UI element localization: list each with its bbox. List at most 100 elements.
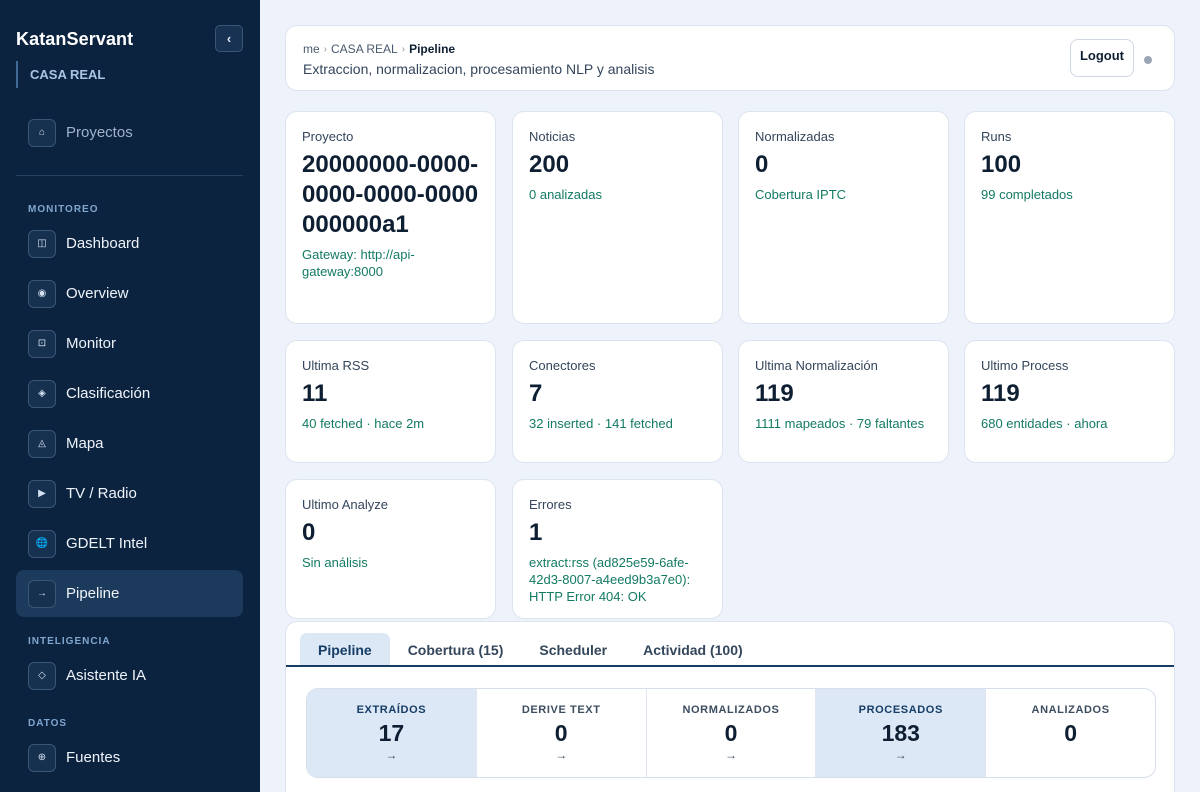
stage-count: 0 bbox=[1064, 720, 1077, 746]
sidebar-item-dashboard[interactable]: ◫ Dashboard bbox=[16, 220, 243, 267]
sidebar-item-label: Clasificación bbox=[66, 385, 151, 402]
sidebar-item-gdelt-intel[interactable]: 🌐 GDELT Intel bbox=[16, 520, 243, 567]
stat-card-ultima-normalizacion: Ultima Normalización 119 1111 mapeados ·… bbox=[738, 340, 949, 463]
stage-name: ANALIZADOS bbox=[1031, 704, 1110, 716]
breadcrumb: me › CASA REAL › Pipeline bbox=[303, 42, 455, 56]
sidebar-item-label: TV / Radio bbox=[66, 485, 137, 502]
page-header: me › CASA REAL › Pipeline Extraccion, no… bbox=[285, 25, 1175, 91]
stat-subtext: 32 inserted · 141 fetched bbox=[529, 416, 673, 431]
tab-bar: Pipeline Cobertura (15) Scheduler Activi… bbox=[300, 633, 1174, 667]
collapse-sidebar-button[interactable]: ‹ bbox=[215, 25, 243, 52]
sidebar-item-label: Pipeline bbox=[66, 585, 120, 602]
tab-pipeline[interactable]: Pipeline bbox=[300, 633, 390, 667]
stat-subtext: Cobertura IPTC bbox=[755, 187, 847, 202]
stat-label: Ultima RSS bbox=[302, 358, 370, 373]
stat-card-proyecto: Proyecto 20000000-0000-0000-0000-0000000… bbox=[285, 111, 496, 324]
stat-value: 0 bbox=[302, 519, 316, 546]
dashboard-icon: ◫ bbox=[28, 229, 56, 258]
stage-extraidos[interactable]: EXTRAÍDOS 17 → bbox=[307, 689, 477, 777]
stage-name: PROCESADOS bbox=[858, 704, 943, 716]
arrow-right-icon: → bbox=[894, 748, 907, 762]
stage-count: 183 bbox=[881, 720, 920, 746]
stage-count: 0 bbox=[724, 720, 738, 746]
breadcrumb-item-home[interactable]: me bbox=[303, 42, 320, 56]
monitor-icon: ⊡ bbox=[28, 329, 56, 358]
sidebar-item-label: Monitor bbox=[66, 335, 117, 352]
stat-subtext: 1111 mapeados · 79 faltantes bbox=[755, 416, 925, 431]
stage-name: EXTRAÍDOS bbox=[356, 704, 427, 716]
sidebar-item-monitor[interactable]: ⊡ Monitor bbox=[16, 320, 243, 367]
stage-count: 0 bbox=[554, 720, 568, 746]
stat-subtext: 680 entidades · ahora bbox=[981, 416, 1108, 431]
sidebar-item-label: GDELT Intel bbox=[66, 535, 148, 552]
globe-icon: 🌐 bbox=[28, 529, 56, 558]
sidebar-item-label: Fuentes bbox=[66, 749, 121, 766]
stat-card-ultimo-analyze: Ultimo Analyze 0 Sin análisis bbox=[285, 479, 496, 619]
connection-status-dot bbox=[1144, 56, 1152, 64]
sidebar-item-label: Dashboard bbox=[66, 235, 140, 252]
home-icon: ⌂ bbox=[28, 118, 56, 147]
stat-value: 200 bbox=[529, 151, 570, 178]
stat-label: Proyecto bbox=[302, 129, 354, 144]
stat-value: 20000000-0000-0000-0000-0000000000a1 bbox=[302, 151, 479, 238]
sidebar-item-asistente-ia[interactable]: ◇ Asistente IA bbox=[16, 652, 243, 699]
sidebar-item-clasificacion[interactable]: ◈ Clasificación bbox=[16, 370, 243, 417]
organization-label: CASA REAL bbox=[16, 61, 105, 88]
stat-card-ultima-rss: Ultima RSS 11 40 fetched · hace 2m bbox=[285, 340, 496, 463]
breadcrumb-item-org[interactable]: CASA REAL bbox=[331, 42, 398, 56]
sidebar-item-pipeline[interactable]: → Pipeline bbox=[16, 570, 243, 617]
stat-value: 1 bbox=[529, 519, 543, 546]
stage-procesados[interactable]: PROCESADOS 183 → bbox=[816, 689, 987, 777]
sidebar-item-label: Overview bbox=[66, 285, 129, 302]
stat-value: 119 bbox=[981, 380, 1020, 407]
stat-value: 11 bbox=[302, 380, 328, 407]
sources-icon: ⊕ bbox=[28, 743, 56, 772]
stage-name: NORMALIZADOS bbox=[682, 704, 780, 716]
stat-label: Runs bbox=[981, 129, 1012, 144]
sidebar-item-overview[interactable]: ◉ Overview bbox=[16, 270, 243, 317]
stage-count: 17 bbox=[378, 720, 405, 746]
sidebar-item-label: Mapa bbox=[66, 435, 104, 452]
stage-normalizados[interactable]: NORMALIZADOS 0 → bbox=[647, 689, 817, 777]
play-icon: ▶ bbox=[28, 479, 56, 508]
stat-card-conectores: Conectores 7 32 inserted · 141 fetched bbox=[512, 340, 723, 463]
stat-subtext: 99 completados bbox=[981, 187, 1073, 202]
map-icon: ◬ bbox=[28, 429, 56, 458]
logout-button[interactable]: Logout bbox=[1070, 39, 1134, 77]
stat-card-noticias: Noticias 200 0 analizadas bbox=[512, 111, 723, 324]
section-title-inteligencia: INTELIGENCIA bbox=[28, 636, 111, 647]
stat-label: Normalizadas bbox=[755, 129, 835, 144]
stat-value: 0 bbox=[755, 151, 769, 178]
stat-card-errores: Errores 1 extract:rss (ad825e59-6afe-42d… bbox=[512, 479, 723, 619]
sidebar-item-fuentes[interactable]: ⊕ Fuentes bbox=[16, 734, 243, 781]
pipeline-stages: EXTRAÍDOS 17 → DERIVE TEXT 0 → NORMALIZA… bbox=[306, 688, 1156, 778]
sidebar-item-label: Proyectos bbox=[66, 124, 133, 141]
sidebar-item-tv-radio[interactable]: ▶ TV / Radio bbox=[16, 470, 243, 517]
stat-label: Ultimo Process bbox=[981, 358, 1069, 373]
diamond-icon: ◇ bbox=[28, 661, 56, 690]
stat-label: Conectores bbox=[529, 358, 596, 373]
chevron-left-icon: ‹ bbox=[226, 31, 232, 46]
sidebar-item-label: Asistente IA bbox=[66, 667, 147, 684]
stat-subtext: 40 fetched · hace 2m bbox=[302, 416, 425, 431]
sidebar-item-mapa[interactable]: ◬ Mapa bbox=[16, 420, 243, 467]
stat-subtext: extract:rss (ad825e59-6afe-42d3-8007-a4e… bbox=[529, 555, 691, 604]
classification-icon: ◈ bbox=[28, 379, 56, 408]
breadcrumb-separator: › bbox=[323, 43, 328, 55]
stat-subtext: Gateway: http://api-gateway:8000 bbox=[302, 247, 415, 279]
pipeline-panel: Pipeline Cobertura (15) Scheduler Activi… bbox=[285, 621, 1175, 792]
breadcrumb-separator: › bbox=[401, 43, 406, 55]
page-subtitle: Extraccion, normalizacion, procesamiento… bbox=[303, 61, 655, 77]
stat-value: 100 bbox=[981, 151, 1022, 178]
stage-derive-text[interactable]: DERIVE TEXT 0 → bbox=[477, 689, 647, 777]
tab-actividad[interactable]: Actividad (100) bbox=[625, 633, 761, 667]
sidebar-item-proyectos[interactable]: ⌂ Proyectos bbox=[16, 109, 243, 156]
stat-card-ultimo-process: Ultimo Process 119 680 entidades · ahora bbox=[964, 340, 1175, 463]
stat-label: Ultima Normalización bbox=[755, 358, 878, 373]
tab-scheduler[interactable]: Scheduler bbox=[521, 633, 625, 667]
arrow-right-icon: → bbox=[28, 579, 56, 608]
stage-analizados[interactable]: ANALIZADOS 0 bbox=[986, 689, 1155, 777]
tab-cobertura[interactable]: Cobertura (15) bbox=[390, 633, 522, 667]
stat-value: 7 bbox=[529, 380, 543, 407]
brand-name: KatanServant bbox=[16, 29, 134, 49]
